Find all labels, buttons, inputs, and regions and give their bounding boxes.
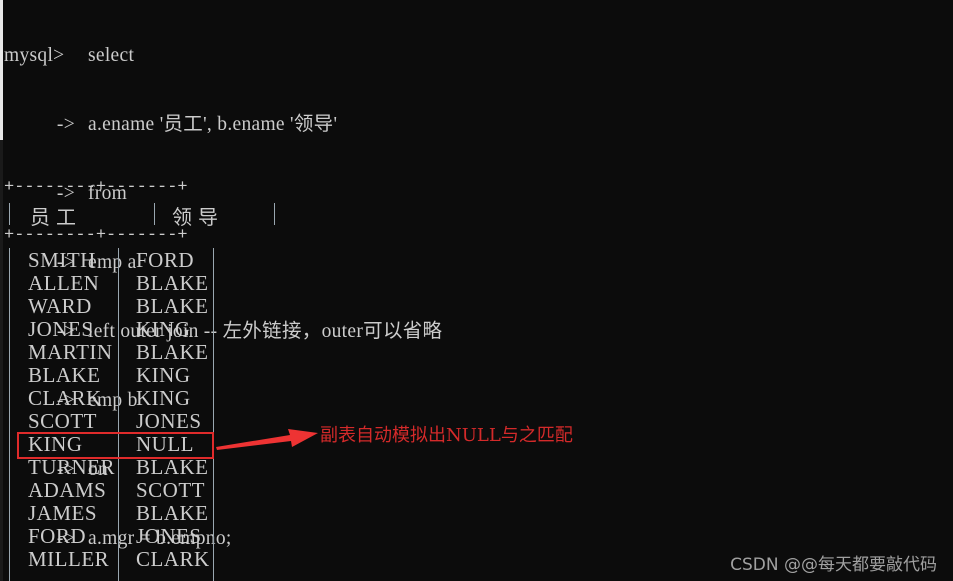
arrow-shape — [216, 429, 318, 450]
cell-manager: KING — [136, 386, 191, 410]
sql-line: select — [88, 45, 135, 66]
cell-manager: BLAKE — [136, 501, 209, 525]
table-divider — [213, 248, 214, 581]
continuation-line: -> a.ename '员工', b.ename '领导' — [4, 113, 442, 136]
cell-manager: JONES — [136, 409, 202, 433]
table-divider — [9, 203, 10, 225]
cell-employee: SCOTT — [28, 409, 98, 433]
cell-employee: MARTIN — [28, 340, 113, 364]
cell-manager: JONES — [136, 524, 202, 548]
cell-employee: ADAMS — [28, 478, 107, 502]
cell-manager: KING — [136, 363, 191, 387]
window-edge-dark — [0, 140, 3, 581]
table-divider — [118, 248, 119, 581]
cell-manager: FORD — [136, 248, 195, 272]
prompt-line: mysql> select — [4, 44, 442, 67]
column-header-manager: 领导 — [172, 205, 224, 229]
table-divider — [274, 203, 275, 225]
cell-manager: BLAKE — [136, 294, 209, 318]
cell-employee: WARD — [28, 294, 92, 318]
cell-employee: CLARK — [28, 386, 102, 410]
table-divider — [154, 203, 155, 225]
cell-manager: CLARK — [136, 547, 210, 571]
window-edge — [0, 0, 3, 140]
watermark: CSDN @@每天都要敲代码 — [730, 555, 937, 575]
cell-employee: BLAKE — [28, 363, 101, 387]
highlight-box — [17, 432, 214, 459]
arrow-icon — [216, 429, 318, 450]
cell-employee: ALLEN — [28, 271, 100, 295]
cell-employee: FORD — [28, 524, 87, 548]
cell-manager: KING — [136, 317, 191, 341]
cell-employee: SMITH — [28, 248, 96, 272]
cell-manager: BLAKE — [136, 271, 209, 295]
cell-employee: JAMES — [28, 501, 98, 525]
continuation-prompt: -> — [56, 114, 75, 135]
column-header-employee: 员工 — [30, 205, 82, 229]
table-divider — [9, 248, 10, 581]
cell-employee: MILLER — [28, 547, 110, 571]
cell-manager: SCOTT — [136, 478, 206, 502]
annotation-text: 副表自动模拟出NULL与之匹配 — [320, 425, 573, 446]
mysql-prompt: mysql> — [4, 45, 65, 66]
sql-line: a.ename '员工', b.ename '领导' — [88, 114, 338, 135]
table-border-top: +--------+-------+ — [4, 178, 188, 197]
cell-manager: BLAKE — [136, 340, 209, 364]
cell-employee: JONES — [28, 317, 94, 341]
